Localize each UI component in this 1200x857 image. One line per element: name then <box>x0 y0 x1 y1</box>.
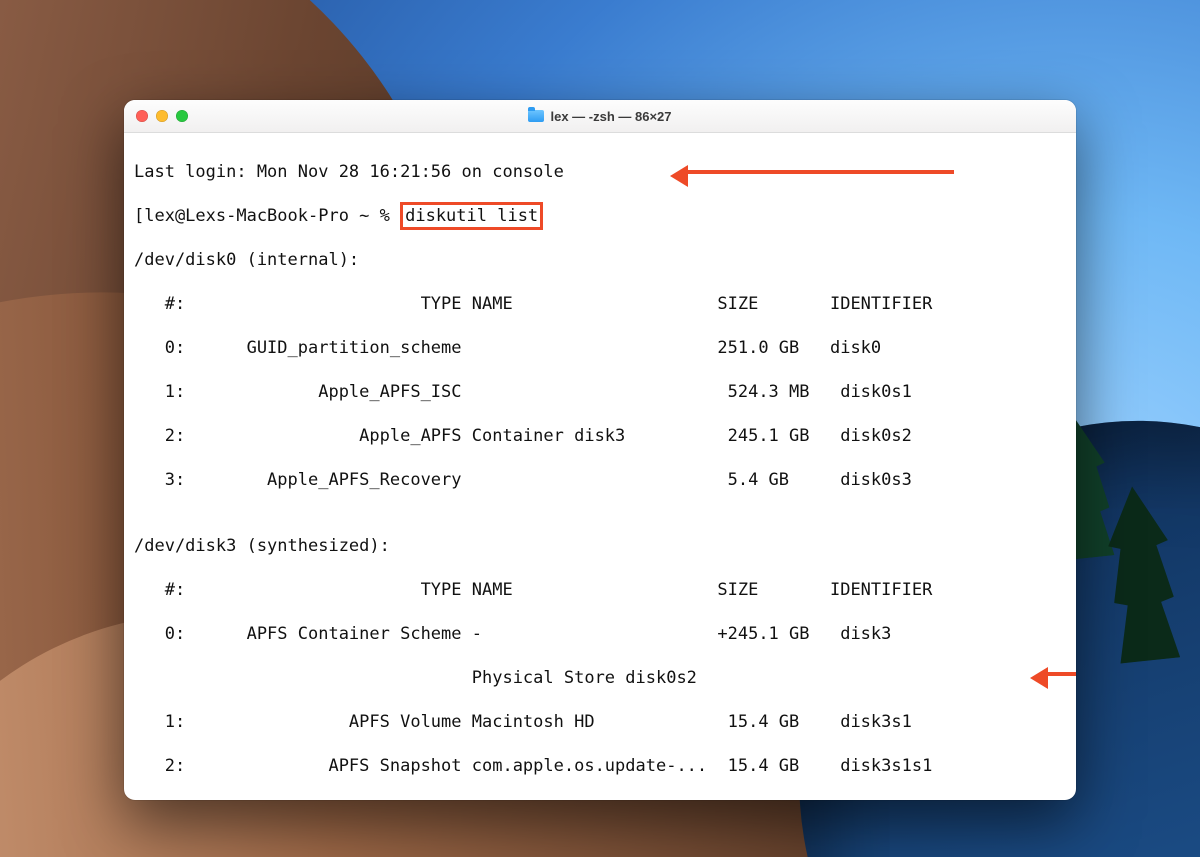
prompt-prefix: [lex@Lexs-MacBook-Pro ~ % <box>134 206 400 226</box>
table-row: 0: GUID_partition_scheme 251.0 GB disk0 <box>134 337 1066 359</box>
prompt-line-1: [lex@Lexs-MacBook-Pro ~ % diskutil list <box>134 205 1066 227</box>
table-row: 0: APFS Container Scheme - +245.1 GB dis… <box>134 623 1066 645</box>
column-headers: #: TYPE NAME SIZE IDENTIFIER <box>134 579 1066 601</box>
table-row: 2: Apple_APFS Container disk3 245.1 GB d… <box>134 425 1066 447</box>
close-icon[interactable] <box>136 110 148 122</box>
window-title-text: lex — -zsh — 86×27 <box>550 109 671 124</box>
window-title: lex — -zsh — 86×27 <box>124 109 1076 124</box>
minimize-icon[interactable] <box>156 110 168 122</box>
folder-icon <box>528 110 544 122</box>
terminal-output[interactable]: Last login: Mon Nov 28 16:21:56 on conso… <box>124 133 1076 800</box>
table-row: 3: Apple_APFS_Recovery 5.4 GB disk0s3 <box>134 469 1066 491</box>
zoom-icon[interactable] <box>176 110 188 122</box>
column-headers: #: TYPE NAME SIZE IDENTIFIER <box>134 293 1066 315</box>
terminal-window[interactable]: lex — -zsh — 86×27 Last login: Mon Nov 2… <box>124 100 1076 800</box>
table-row: 3: APFS Volume Preboot 681.8 MB disk3s2 <box>134 799 1066 800</box>
desktop-wallpaper: lex — -zsh — 86×27 Last login: Mon Nov 2… <box>0 0 1200 857</box>
table-row: Physical Store disk0s2 <box>134 667 1066 689</box>
disk0-header: /dev/disk0 (internal): <box>134 249 1066 271</box>
disk3-header: /dev/disk3 (synthesized): <box>134 535 1066 557</box>
highlight-command: diskutil list <box>400 202 543 230</box>
window-titlebar[interactable]: lex — -zsh — 86×27 <box>124 100 1076 133</box>
table-row: 1: APFS Volume Macintosh HD 15.4 GB disk… <box>134 711 1066 733</box>
last-login-line: Last login: Mon Nov 28 16:21:56 on conso… <box>134 161 1066 183</box>
window-traffic-lights <box>136 110 188 122</box>
table-row: 2: APFS Snapshot com.apple.os.update-...… <box>134 755 1066 777</box>
table-row: 1: Apple_APFS_ISC 524.3 MB disk0s1 <box>134 381 1066 403</box>
